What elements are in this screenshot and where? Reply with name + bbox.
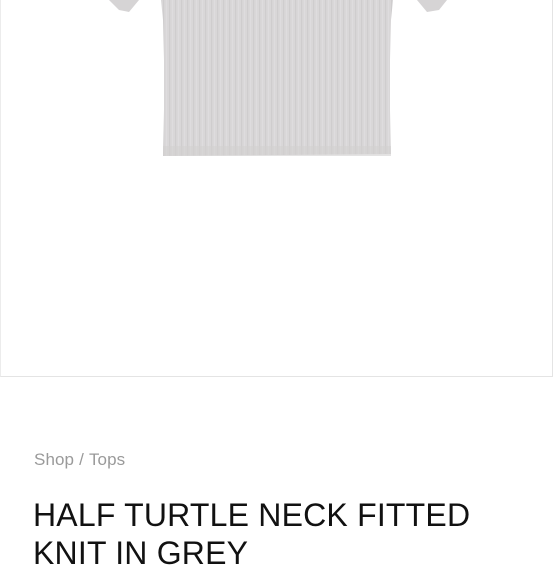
knit-top-left-sleeve bbox=[109, 0, 139, 12]
knit-top-body bbox=[161, 0, 393, 156]
knit-top-hem bbox=[163, 146, 391, 156]
breadcrumb-shop-link[interactable]: Shop bbox=[34, 450, 74, 469]
product-image[interactable] bbox=[1, 0, 552, 376]
product-title: HALF TURTLE NECK FITTED KNIT IN GREY bbox=[33, 497, 471, 571]
breadcrumb-separator: / bbox=[79, 450, 84, 469]
breadcrumb: Shop / Tops bbox=[34, 450, 125, 470]
knit-top-right-sleeve bbox=[417, 0, 447, 12]
product-image-frame[interactable] bbox=[0, 0, 553, 377]
breadcrumb-tops-link[interactable]: Tops bbox=[89, 450, 125, 469]
